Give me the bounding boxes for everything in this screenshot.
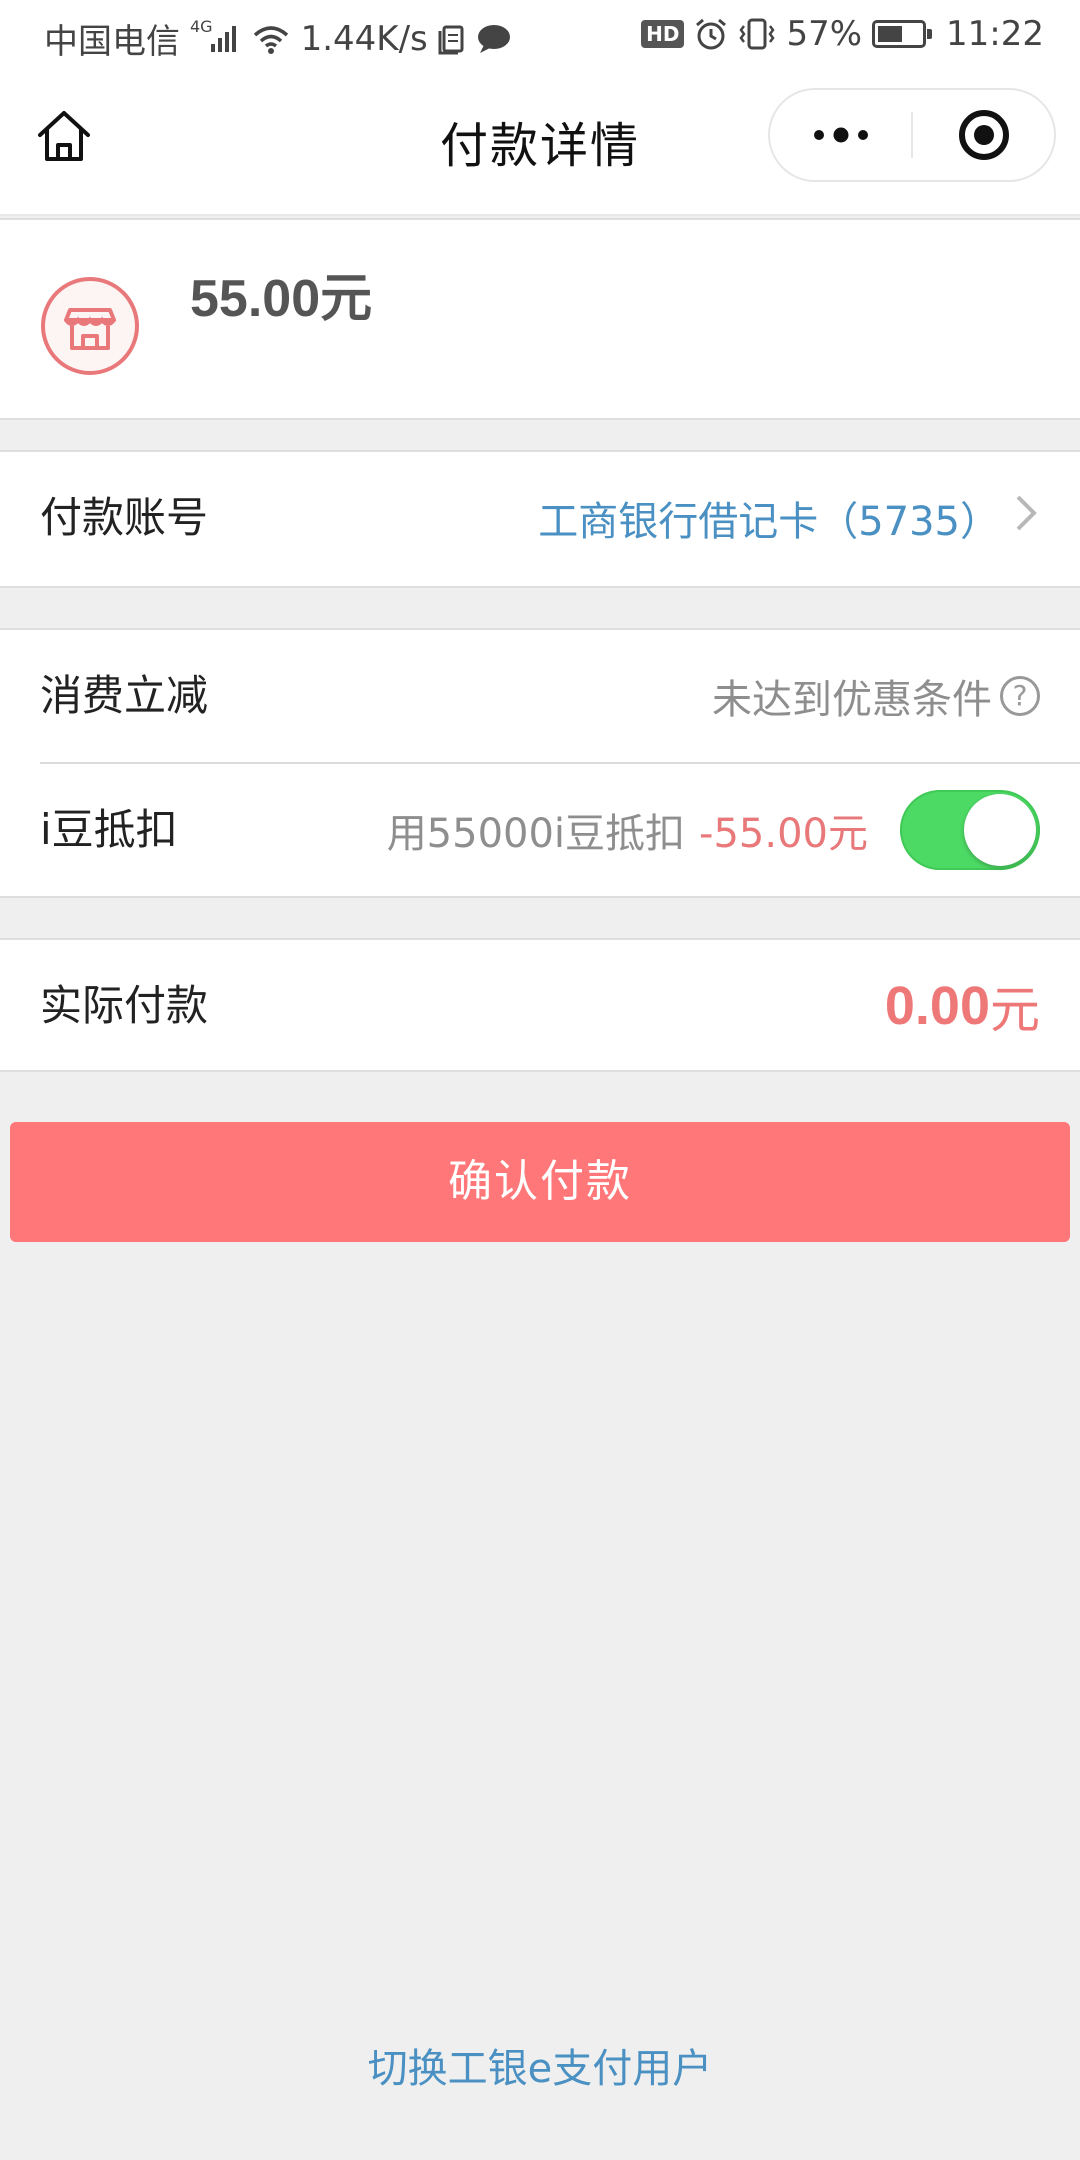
merchant-card: 55.00元 <box>0 218 1080 420</box>
status-right: HD 57% 11:22 <box>641 14 1044 54</box>
capsule-menu <box>768 88 1056 182</box>
status-left: 中国电信 4G 1.44K/s <box>44 14 512 63</box>
actual-payment-right: 0.00 元 <box>885 940 1040 1072</box>
idou-row: i豆抵扣 用55000i豆抵扣 -55.00元 <box>0 764 1080 896</box>
chat-bubble-icon <box>476 23 512 55</box>
confirm-payment-button[interactable]: 确认付款 <box>10 1122 1070 1242</box>
shop-icon <box>40 276 140 376</box>
wifi-icon <box>251 23 291 55</box>
target-close-icon[interactable] <box>913 90 1054 180</box>
payment-account-right: 工商银行借记卡（5735） <box>538 452 1040 584</box>
actual-payment-unit: 元 <box>990 981 1040 1039</box>
battery-percent: 57% <box>786 14 863 54</box>
switch-user-link[interactable]: 切换工银e支付用户 <box>0 2036 1080 2094</box>
net-speed: 1.44K/s <box>300 18 428 59</box>
discount-label: 消费立减 <box>40 671 209 720</box>
nav-divider <box>0 214 1080 216</box>
discount-row: 消费立减 未达到优惠条件 ? <box>0 630 1080 762</box>
order-amount: 55.00元 <box>190 270 373 328</box>
nav-bar: 付款详情 <box>0 74 1080 216</box>
payment-account-row[interactable]: 付款账号 工商银行借记卡（5735） <box>0 452 1080 584</box>
help-icon[interactable]: ? <box>1000 676 1040 716</box>
discount-card: 消费立减 未达到优惠条件 ? i豆抵扣 用55000i豆抵扣 -55.00元 <box>0 628 1080 898</box>
actual-payment-amount: 0.00 <box>884 976 990 1036</box>
carrier-label: 中国电信 <box>44 22 180 62</box>
discount-value: 未达到优惠条件 <box>712 677 992 723</box>
idou-right: 用55000i豆抵扣 -55.00元 <box>387 764 1040 896</box>
document-icon <box>438 23 466 55</box>
idou-deduct: -55.00元 <box>699 811 868 857</box>
alarm-icon <box>694 17 728 51</box>
idou-desc: 用55000i豆抵扣 <box>386 811 686 857</box>
signal-icon: 4G <box>190 17 241 54</box>
idou-toggle[interactable] <box>900 790 1040 870</box>
idou-label: i豆抵扣 <box>40 805 178 854</box>
battery-icon <box>872 20 933 48</box>
chevron-right-icon[interactable] <box>1014 493 1040 543</box>
network-type: 4G <box>190 17 213 36</box>
discount-right: 未达到优惠条件 ? <box>712 630 1040 762</box>
battery-fill <box>878 26 903 42</box>
actual-payment-row: 实际付款 0.00 元 <box>0 940 1080 1072</box>
more-dots-icon[interactable] <box>770 90 911 180</box>
actual-payment-label: 实际付款 <box>40 981 209 1030</box>
hd-badge: HD <box>641 20 685 48</box>
actual-payment-card: 实际付款 0.00 元 <box>0 938 1080 1072</box>
status-bar: 中国电信 4G 1.44K/s HD 57% 11:22 <box>0 0 1080 74</box>
vibrate-icon <box>738 17 776 51</box>
toggle-knob <box>964 794 1036 866</box>
payment-account-value[interactable]: 工商银行借记卡（5735） <box>538 489 1000 547</box>
payment-account-card: 付款账号 工商银行借记卡（5735） <box>0 450 1080 588</box>
clock: 11:22 <box>946 14 1044 54</box>
payment-account-label: 付款账号 <box>40 493 209 542</box>
